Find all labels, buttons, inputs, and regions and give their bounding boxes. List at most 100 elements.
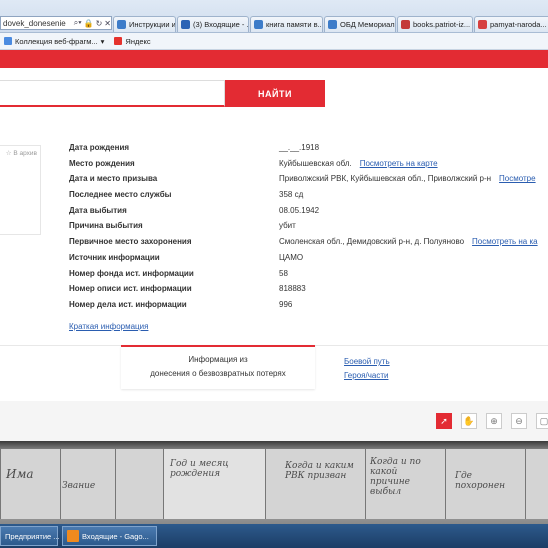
tab-loss-report[interactable]: Информация из донесения о безвозвратных … bbox=[121, 345, 315, 389]
info-label: Место рождения bbox=[69, 158, 135, 168]
tab-inbox[interactable]: (3) Входящие - ... bbox=[177, 16, 249, 32]
info-value: 08.05.1942 bbox=[279, 205, 320, 215]
tab-instructions[interactable]: Инструкции и ... bbox=[113, 16, 176, 32]
info-value-wrap: Куйбышевская обл. Посмотреть на карте bbox=[279, 159, 438, 168]
info-value: ЦАМО bbox=[279, 252, 304, 262]
info-label: Номер дела ист. информации bbox=[69, 299, 187, 309]
info-value: 358 сд bbox=[279, 190, 304, 200]
screen: dovek_donesenie ⌕▾ 🔒 ↻ ✕ Инструкции и ..… bbox=[0, 0, 548, 548]
yandex-icon bbox=[114, 37, 123, 45]
close-icon[interactable]: ✕ bbox=[104, 19, 111, 28]
person-info-table: Дата рождения __.__.1918 Место рождения … bbox=[69, 143, 548, 316]
info-value-wrap: Приволжский РВК, Куйбышевская обл., Прив… bbox=[279, 174, 536, 183]
info-label: Причина выбытия bbox=[69, 221, 143, 231]
pointer-icon[interactable]: ➚ bbox=[436, 413, 452, 429]
lock-icon: 🔒 bbox=[83, 18, 94, 28]
info-label: Дата рождения bbox=[69, 143, 130, 152]
book-icon bbox=[401, 20, 410, 29]
info-value: Куйбышевская обл. bbox=[279, 158, 352, 168]
info-label: Первичное место захоронения bbox=[69, 237, 192, 247]
info-row-birth-date: Дата рождения __.__.1918 bbox=[69, 143, 548, 159]
info-row-burial-place: Первичное место захоронения Смоленская о… bbox=[69, 237, 548, 253]
tab-books-patriot[interactable]: books.patriot-iz... bbox=[397, 16, 473, 32]
ie-icon bbox=[254, 20, 263, 29]
doc-handwriting: Год и месяц рождения bbox=[170, 459, 229, 479]
info-value: 58 bbox=[279, 268, 288, 278]
tab-label: Инструкции и ... bbox=[129, 20, 176, 29]
info-value: Приволжский РВК, Куйбышевская обл., Прив… bbox=[279, 174, 492, 184]
info-value-wrap: Смоленская обл., Демидовский р-н, д. Пол… bbox=[279, 237, 538, 246]
tab-memory-book[interactable]: книга памяти в... bbox=[250, 16, 323, 32]
scanned-document[interactable]: Има Звание Год и месяц рождения Когда и … bbox=[0, 441, 548, 524]
tab-label: (3) Входящие - ... bbox=[193, 20, 249, 29]
doc-handwriting: Когда и каким РВК призван bbox=[285, 461, 354, 481]
info-row-delo: Номер дела ист. информации 996 bbox=[69, 300, 548, 316]
tab-label: pamyat-naroda... bbox=[490, 20, 547, 29]
info-label: Номер описи ист. информации bbox=[69, 284, 192, 294]
doc-handwriting: Звание bbox=[62, 481, 96, 491]
doc-handwriting: Има bbox=[6, 467, 34, 481]
zoom-in-icon[interactable]: ⊕ bbox=[486, 413, 502, 429]
favorites-bar: Коллекция веб-фрагм... ▾ Яндекс bbox=[0, 33, 548, 50]
tab-pamyat-naroda[interactable]: pamyat-naroda... bbox=[474, 16, 548, 32]
doc-column bbox=[0, 449, 60, 519]
info-row-departure-reason: Причина выбытия убит bbox=[69, 221, 548, 237]
info-label: Источник информации bbox=[69, 252, 160, 262]
doc-column bbox=[115, 449, 163, 519]
star-icon bbox=[478, 20, 487, 29]
address-text: dovek_donesenie bbox=[3, 18, 66, 28]
info-label: Дата выбытия bbox=[69, 205, 127, 215]
map-link[interactable]: Посмотреть на карте bbox=[360, 159, 438, 168]
info-value: __.__.1918 bbox=[279, 143, 320, 152]
doc-handwriting: Где похоронен bbox=[455, 471, 506, 491]
browser-tab-bar: dovek_donesenie ⌕▾ 🔒 ↻ ✕ Инструкции и ..… bbox=[0, 0, 548, 33]
info-row-draft: Дата и место призыва Приволжский РВК, Ку… bbox=[69, 174, 548, 190]
person-card-thumbnail: ☆ В архив bbox=[0, 145, 41, 235]
search-input[interactable] bbox=[0, 80, 225, 107]
info-row-last-service: Последнее место службы 358 сд bbox=[69, 190, 548, 206]
doc-column bbox=[265, 449, 365, 519]
search-icon[interactable]: ⌕▾ bbox=[74, 18, 82, 28]
brief-info-link[interactable]: Краткая информация bbox=[69, 322, 148, 331]
page-icon bbox=[117, 20, 126, 29]
windows-taskbar: Предприятие ... Входящие - Gago... bbox=[0, 524, 548, 548]
info-row-departure-date: Дата выбытия 08.05.1942 bbox=[69, 206, 548, 222]
zoom-out-icon[interactable]: ⊖ bbox=[511, 413, 527, 429]
doc-handwriting: Когда и по какой причине выбыл bbox=[370, 457, 421, 497]
hand-icon[interactable]: ✋ bbox=[461, 413, 477, 429]
tab-obd-memorial[interactable]: ОБД Мемориал bbox=[324, 16, 396, 32]
outlook-icon bbox=[67, 530, 79, 542]
taskbar-item-enterprise[interactable]: Предприятие ... bbox=[0, 526, 60, 546]
info-value: убит bbox=[279, 221, 296, 231]
map-link[interactable]: Посмотреть на ка bbox=[472, 237, 538, 246]
favorite-label: Коллекция веб-фрагм... bbox=[15, 36, 98, 46]
taskbar-label: Входящие - Gago... bbox=[82, 531, 149, 541]
search-button[interactable]: НАЙТИ bbox=[225, 80, 325, 107]
favorite-web-slice[interactable]: Коллекция веб-фрагм... ▾ bbox=[4, 37, 104, 46]
favorite-label: Яндекс bbox=[125, 36, 151, 46]
tab-label: книга памяти в... bbox=[266, 20, 323, 29]
hero-unit-link[interactable]: Героя/части bbox=[344, 369, 390, 383]
map-link[interactable]: Посмотре bbox=[499, 174, 536, 183]
tab-title-line: донесения о безвозвратных потерях bbox=[150, 369, 286, 378]
address-bar[interactable]: dovek_donesenie ⌕▾ 🔒 ↻ ✕ bbox=[0, 16, 112, 30]
info-row-source: Источник информации ЦАМО bbox=[69, 253, 548, 269]
info-value: Смоленская обл., Демидовский р-н, д. Пол… bbox=[279, 237, 465, 247]
info-label: Дата и место призыва bbox=[69, 174, 158, 184]
favorite-yandex[interactable]: Яндекс bbox=[114, 36, 151, 46]
fit-icon[interactable]: ▢ bbox=[536, 413, 548, 429]
web-slice-icon bbox=[4, 37, 12, 45]
taskbar-item-inbox[interactable]: Входящие - Gago... bbox=[62, 526, 157, 546]
doc-column bbox=[525, 449, 548, 519]
info-value: 996 bbox=[279, 299, 293, 309]
refresh-icon[interactable]: ↻ bbox=[96, 19, 103, 28]
tab-label: ОБД Мемориал bbox=[340, 20, 395, 29]
archive-badge[interactable]: ☆ В архив bbox=[6, 149, 37, 157]
info-label: Номер фонда ист. информации bbox=[69, 268, 194, 278]
info-label: Последнее место службы bbox=[69, 190, 172, 200]
tab-title-line: Информация из bbox=[188, 355, 248, 364]
ie-icon bbox=[328, 20, 337, 29]
combat-path-link[interactable]: Боевой путь bbox=[344, 355, 390, 369]
combat-path-links: Боевой путь Героя/части bbox=[344, 355, 390, 383]
info-row-birth-place: Место рождения Куйбышевская обл. Посмотре… bbox=[69, 159, 548, 175]
